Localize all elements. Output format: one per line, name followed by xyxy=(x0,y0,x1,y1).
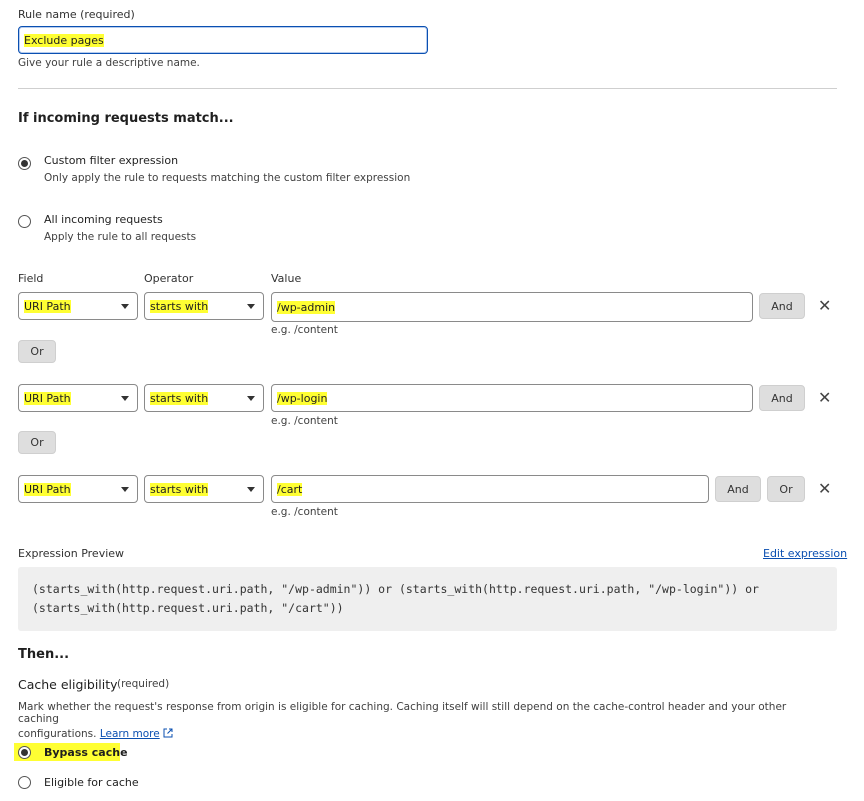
cache-eligibility-label: Cache eligibility xyxy=(18,677,118,692)
chevron-down-icon xyxy=(121,304,129,309)
section-divider xyxy=(18,88,837,89)
field-select[interactable]: URI Path xyxy=(18,475,138,503)
operator-select-value: starts with xyxy=(150,391,209,405)
value-example: e.g. /content xyxy=(271,324,338,336)
value-input-value: /wp-login xyxy=(277,391,328,405)
operator-select[interactable]: starts with xyxy=(144,475,264,503)
cache-desc-line-1: Mark whether the request's response from… xyxy=(18,701,787,725)
chevron-down-icon xyxy=(121,487,129,492)
cache-desc-line-2: configurations. xyxy=(18,728,97,740)
operator-header: Operator xyxy=(144,272,194,285)
or-button[interactable]: Or xyxy=(767,476,805,502)
value-input[interactable]: /wp-login xyxy=(271,384,753,412)
rule-name-value: Exclude pages xyxy=(24,33,104,47)
rule-name-help: Give your rule a descriptive name. xyxy=(18,57,200,69)
learn-more-link[interactable]: Learn more xyxy=(100,728,160,740)
eligible-for-cache-label: Eligible for cache xyxy=(44,776,139,789)
rule-name-input[interactable]: Exclude pages xyxy=(18,26,428,54)
or-separator-button[interactable]: Or xyxy=(18,431,56,454)
expression-preview-label: Expression Preview xyxy=(18,547,125,560)
operator-select[interactable]: starts with xyxy=(144,292,264,320)
then-heading: Then... xyxy=(18,647,70,662)
cache-desc-line-2-wrap: configurations. Learn more xyxy=(18,728,818,740)
and-button[interactable]: And xyxy=(715,476,761,502)
operator-select[interactable]: starts with xyxy=(144,384,264,412)
field-select-value: URI Path xyxy=(24,299,71,313)
radio-all-requests[interactable] xyxy=(18,215,31,228)
close-icon[interactable]: ✕ xyxy=(818,390,831,406)
field-select[interactable]: URI Path xyxy=(18,292,138,320)
and-button[interactable]: And xyxy=(759,385,805,411)
external-link-icon xyxy=(163,728,173,738)
radio-custom-filter[interactable] xyxy=(18,157,31,170)
chevron-down-icon xyxy=(247,487,255,492)
custom-filter-title: Custom filter expression xyxy=(44,154,179,167)
chevron-down-icon xyxy=(247,304,255,309)
match-heading: If incoming requests match... xyxy=(18,111,234,126)
value-input[interactable]: /wp-admin xyxy=(271,292,753,322)
operator-select-value: starts with xyxy=(150,299,209,313)
field-header: Field xyxy=(18,272,44,285)
bypass-cache-label: Bypass cache xyxy=(44,746,128,759)
radio-eligible-for-cache[interactable] xyxy=(18,776,31,789)
value-example: e.g. /content xyxy=(271,415,338,427)
value-header: Value xyxy=(271,272,302,285)
value-input-value: /cart xyxy=(277,482,303,496)
or-separator-button[interactable]: Or xyxy=(18,340,56,363)
close-icon[interactable]: ✕ xyxy=(818,298,831,314)
field-select[interactable]: URI Path xyxy=(18,384,138,412)
field-select-value: URI Path xyxy=(24,482,71,496)
value-input[interactable]: /cart xyxy=(271,475,709,503)
expression-line-2: (starts_with(http.request.uri.path, "/ca… xyxy=(32,601,344,615)
close-icon[interactable]: ✕ xyxy=(818,481,831,497)
cache-eligibility-desc: Mark whether the request's response from… xyxy=(18,701,818,740)
field-select-value: URI Path xyxy=(24,391,71,405)
value-input-value: /wp-admin xyxy=(277,300,336,314)
or-separator-label: Or xyxy=(30,436,44,449)
rule-name-label: Rule name (required) xyxy=(18,8,135,21)
all-requests-desc: Apply the rule to all requests xyxy=(44,231,197,243)
chevron-down-icon xyxy=(247,396,255,401)
edit-expression-link[interactable]: Edit expression xyxy=(763,547,847,560)
value-example: e.g. /content xyxy=(271,506,338,518)
expression-line-1: (starts_with(http.request.uri.path, "/wp… xyxy=(32,582,759,596)
or-separator-label: Or xyxy=(30,345,44,358)
and-button[interactable]: And xyxy=(759,293,805,319)
radio-bypass-cache[interactable] xyxy=(18,746,31,759)
required-label: (required) xyxy=(117,678,170,690)
custom-filter-desc: Only apply the rule to requests matching… xyxy=(44,172,411,184)
operator-select-value: starts with xyxy=(150,482,209,496)
chevron-down-icon xyxy=(121,396,129,401)
all-requests-title: All incoming requests xyxy=(44,213,163,226)
expression-preview-box: (starts_with(http.request.uri.path, "/wp… xyxy=(18,567,837,631)
